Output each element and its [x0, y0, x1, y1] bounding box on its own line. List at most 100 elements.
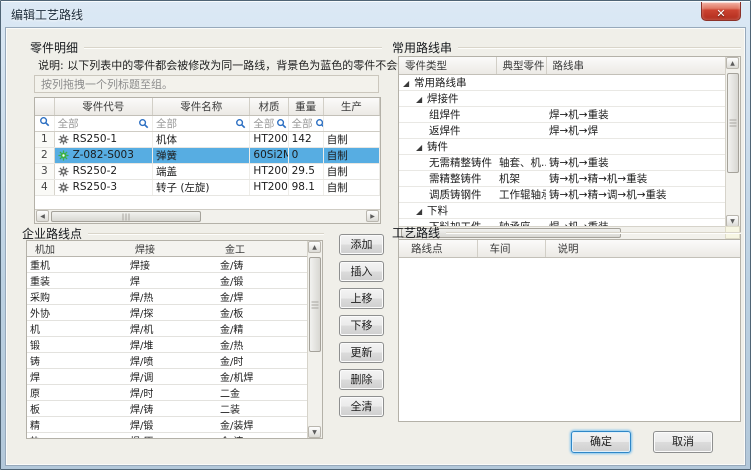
- search-icon[interactable]: [138, 118, 149, 129]
- enterprise-point-cell[interactable]: 采购: [27, 289, 127, 305]
- typical-part-cell[interactable]: [496, 138, 546, 154]
- part-code-cell[interactable]: Z-082-S003: [54, 147, 152, 163]
- expand-icon[interactable]: ◢: [416, 143, 427, 152]
- enterprise-points-row[interactable]: 热焊/原金/淬: [27, 433, 307, 440]
- part-prod-cell[interactable]: 自制: [323, 179, 379, 195]
- common-routes-row[interactable]: 无需精整铸件轴套、机...铸→机→重装: [399, 154, 725, 170]
- enterprise-points-row[interactable]: 重装焊金/锻: [27, 273, 307, 289]
- part-prod-cell[interactable]: 自制: [323, 163, 379, 179]
- enterprise-point-cell[interactable]: 金/铸: [217, 257, 307, 273]
- enterprise-column-header[interactable]: 金工: [217, 241, 307, 257]
- enterprise-point-cell[interactable]: 金/精: [217, 321, 307, 337]
- enterprise-point-cell[interactable]: 铸: [27, 353, 127, 369]
- enterprise-column-header[interactable]: 机加: [27, 241, 127, 257]
- enterprise-point-cell[interactable]: 金/机焊: [217, 369, 307, 385]
- expand-icon[interactable]: ◢: [416, 207, 427, 216]
- filter-input[interactable]: 全部: [253, 116, 284, 131]
- parts-filter-cell[interactable]: [323, 115, 379, 131]
- typical-part-cell[interactable]: [496, 74, 546, 90]
- route-string-cell[interactable]: 铸→机→精→调→机→重装: [546, 186, 725, 202]
- parts-column-header[interactable]: 材质: [250, 98, 288, 115]
- row-number-cell[interactable]: 2: [35, 147, 54, 163]
- typical-part-cell[interactable]: 轴套、机...: [496, 154, 546, 170]
- enterprise-point-cell[interactable]: 焊/探: [127, 305, 217, 321]
- enterprise-point-cell[interactable]: 金/焊: [217, 289, 307, 305]
- filter-input[interactable]: 全部: [292, 116, 320, 131]
- parts-table-row[interactable]: 1RS250-1机体HT200142自制: [35, 131, 380, 147]
- parts-table-row[interactable]: 4RS250-3转子 (左旋)HT20098.1自制: [35, 179, 380, 195]
- part-material-cell[interactable]: HT200: [250, 163, 288, 179]
- route-string-cell[interactable]: [546, 74, 725, 90]
- part-name-cell[interactable]: 转子 (左旋): [153, 179, 250, 195]
- delete-button[interactable]: 删除: [339, 369, 384, 390]
- common-routes-column-header[interactable]: 路线串: [546, 57, 725, 74]
- route-string-cell[interactable]: [546, 90, 725, 106]
- common-routes-row[interactable]: 返焊件焊→机→焊: [399, 122, 725, 138]
- enterprise-points-row[interactable]: 重机焊接金/铸: [27, 257, 307, 273]
- enterprise-point-cell[interactable]: 热: [27, 433, 127, 440]
- enterprise-point-cell[interactable]: 金/热: [217, 337, 307, 353]
- row-number-cell[interactable]: 1: [35, 131, 54, 147]
- route-string-cell[interactable]: [546, 202, 725, 218]
- expand-icon[interactable]: ◢: [416, 95, 427, 104]
- parts-column-header[interactable]: 零件代号: [54, 98, 152, 115]
- part-weight-cell[interactable]: 0: [288, 147, 323, 163]
- enterprise-point-cell[interactable]: 机: [27, 321, 127, 337]
- common-vscroll-thumb[interactable]: [727, 73, 739, 173]
- common-routes-row[interactable]: ◢下料: [399, 202, 725, 218]
- move-up-button[interactable]: 上移: [339, 288, 384, 309]
- common-routes-column-header[interactable]: 典型零件: [496, 57, 546, 74]
- part-prod-cell[interactable]: 自制: [323, 131, 379, 147]
- update-button[interactable]: 更新: [339, 342, 384, 363]
- part-code-cell[interactable]: RS250-2: [54, 163, 152, 179]
- route-type-cell[interactable]: ◢焊接件: [399, 90, 496, 106]
- parts-column-header[interactable]: 零件名称: [153, 98, 250, 115]
- enterprise-vscrollbar[interactable]: ▲ ▼: [307, 241, 322, 438]
- scroll-up-icon[interactable]: ▲: [726, 57, 739, 69]
- search-icon[interactable]: [235, 118, 246, 129]
- cancel-button[interactable]: 取消: [653, 431, 713, 453]
- part-prod-cell[interactable]: 自制: [323, 147, 379, 163]
- parts-grid-hscrollbar[interactable]: ◀ ▶: [35, 209, 380, 223]
- part-name-cell[interactable]: 弹簧: [153, 147, 250, 163]
- enterprise-point-cell[interactable]: 焊/喷: [127, 353, 217, 369]
- route-type-cell[interactable]: ◢铸件: [399, 138, 496, 154]
- insert-button[interactable]: 插入: [339, 261, 384, 282]
- part-weight-cell[interactable]: 142: [288, 131, 323, 147]
- enterprise-points-row[interactable]: 铸焊/喷金/时: [27, 353, 307, 369]
- enterprise-point-cell[interactable]: 焊: [27, 369, 127, 385]
- enterprise-points-row[interactable]: 原焊/时二金: [27, 385, 307, 401]
- part-code-cell[interactable]: RS250-1: [54, 131, 152, 147]
- scroll-left-icon[interactable]: ◀: [36, 210, 49, 222]
- move-down-button[interactable]: 下移: [339, 315, 384, 336]
- part-name-cell[interactable]: 机体: [153, 131, 250, 147]
- ok-button[interactable]: 确定: [571, 431, 631, 453]
- parts-hscroll-thumb[interactable]: [51, 211, 201, 222]
- enterprise-points-row[interactable]: 外协焊/探金/板: [27, 305, 307, 321]
- filter-input[interactable]: 全部: [58, 116, 149, 131]
- enterprise-point-cell[interactable]: 焊接: [127, 257, 217, 273]
- part-material-cell[interactable]: HT200: [250, 179, 288, 195]
- typical-part-cell[interactable]: [496, 202, 546, 218]
- parts-filter-cell[interactable]: 全部: [288, 115, 323, 131]
- enterprise-point-cell[interactable]: 金/时: [217, 353, 307, 369]
- enterprise-point-cell[interactable]: 二金: [217, 385, 307, 401]
- part-code-cell[interactable]: RS250-3: [54, 179, 152, 195]
- route-type-cell[interactable]: ◢下料: [399, 202, 496, 218]
- enterprise-points-row[interactable]: 焊焊/调金/机焊: [27, 369, 307, 385]
- route-type-cell[interactable]: 无需精整铸件: [399, 154, 496, 170]
- enterprise-point-cell[interactable]: 焊: [127, 273, 217, 289]
- route-string-cell[interactable]: 铸→机→精→机→重装: [546, 170, 725, 186]
- scroll-up-icon[interactable]: ▲: [308, 241, 321, 253]
- typical-part-cell[interactable]: 工作辊轴承座: [496, 186, 546, 202]
- typical-part-cell[interactable]: [496, 122, 546, 138]
- search-icon[interactable]: [315, 118, 324, 129]
- part-weight-cell[interactable]: 98.1: [288, 179, 323, 195]
- route-string-cell[interactable]: 焊→机→焊: [546, 122, 725, 138]
- row-number-cell[interactable]: 3: [35, 163, 54, 179]
- enterprise-point-cell[interactable]: 板: [27, 401, 127, 417]
- part-material-cell[interactable]: HT200: [250, 131, 288, 147]
- scroll-right-icon[interactable]: ▶: [366, 210, 379, 222]
- parts-table-row[interactable]: 2Z-082-S003弹簧60Si2Mn0自制: [35, 147, 380, 163]
- process-route-column-header[interactable]: 车间: [477, 240, 545, 257]
